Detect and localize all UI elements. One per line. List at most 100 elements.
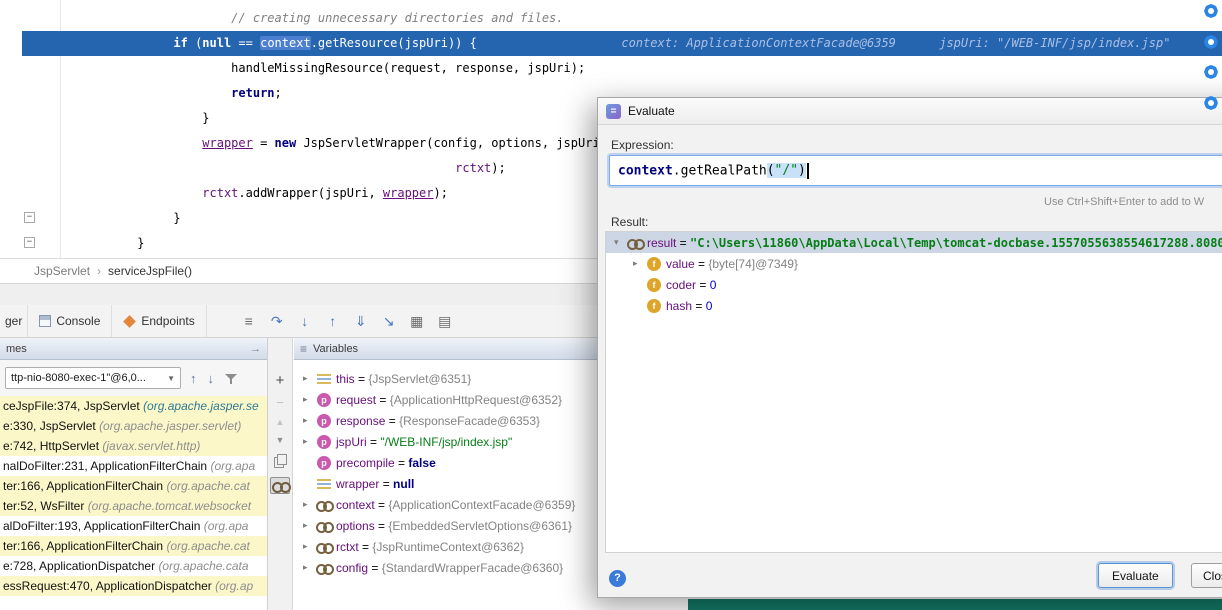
fold-marker-icon[interactable] <box>24 237 35 248</box>
expand-chevron-icon[interactable]: ▸ <box>303 436 317 447</box>
add-watch-icon[interactable]: + <box>276 374 285 388</box>
expression-token: .getRealPath <box>673 163 767 178</box>
expression-field[interactable]: context.getRealPath("/") <box>609 155 1222 186</box>
step-over-icon[interactable]: ↷ <box>265 313 289 330</box>
code-token: } <box>173 211 180 225</box>
breadcrumb-class[interactable]: JspServlet <box>34 264 90 278</box>
code-token: JspServletWrapper(config, options, jspUr… <box>296 136 607 150</box>
result-name: hash <box>666 299 692 313</box>
taskbar-strip <box>688 599 1222 610</box>
ide-window: // creating unnecessary directories and … <box>0 0 1222 610</box>
variable-name: precompile <box>336 456 395 470</box>
expression-input[interactable]: context.getRealPath("/") <box>618 163 809 179</box>
result-value: {byte[74]@7349} <box>708 257 798 271</box>
expand-chevron-icon[interactable]: ▸ <box>303 562 317 573</box>
frame-location: ceJspFile:374, JspServlet <box>3 399 143 413</box>
code-token: handleMissingResource(request, response,… <box>231 61 585 75</box>
execution-line[interactable]: if (null == context.getResource(jspUri))… <box>65 31 1170 56</box>
fold-marker-icon[interactable] <box>24 212 35 223</box>
gear-icon[interactable] <box>1203 3 1219 19</box>
expand-chevron-icon[interactable]: ▸ <box>303 499 317 510</box>
previous-frame-icon[interactable]: ↑ <box>190 371 197 386</box>
frame-row[interactable]: nalDoFilter:231, ApplicationFilterChain … <box>0 456 267 476</box>
thread-selector-row: ttp-nio-8080-exec-1"@6,0... ▼ ↑↓ <box>0 360 267 396</box>
local-icon <box>317 477 331 491</box>
overlay-gears <box>1203 0 1222 130</box>
close-button[interactable]: Close <box>1191 563 1222 588</box>
gear-icon[interactable] <box>1203 64 1219 80</box>
result-row[interactable]: ▾result = "C:\Users\11860\AppData\Local\… <box>606 232 1222 253</box>
frame-package: (javax.servlet.http) <box>102 439 200 453</box>
variable-value: false <box>408 456 435 470</box>
frame-row[interactable]: essRequest:470, ApplicationDispatcher (o… <box>0 576 267 596</box>
code-token: new <box>275 136 297 150</box>
result-row[interactable]: fhash = 0 <box>606 295 1222 316</box>
expand-chevron-icon[interactable]: ▾ <box>614 237 628 248</box>
tab-label: Endpoints <box>141 314 194 328</box>
restore-layout-icon[interactable]: → <box>250 343 261 355</box>
tab-ger[interactable]: ger <box>0 305 28 337</box>
expand-chevron-icon[interactable]: ▸ <box>303 373 317 384</box>
duplicate-icon[interactable] <box>274 454 287 468</box>
frame-row[interactable]: ter:166, ApplicationFilterChain (org.apa… <box>0 536 267 556</box>
expand-chevron-icon[interactable]: ▸ <box>633 258 647 269</box>
panel-menu-icon[interactable]: ≡ <box>300 342 307 356</box>
expand-chevron-icon[interactable]: ▸ <box>303 394 317 405</box>
frame-row[interactable]: e:742, HttpServlet (javax.servlet.http) <box>0 436 267 456</box>
move-down-icon[interactable]: ▼ <box>276 436 285 445</box>
threads-view-icon[interactable]: ≡ <box>237 313 261 329</box>
indent <box>65 211 173 225</box>
frame-row[interactable]: e:330, JspServlet (org.apache.jasper.ser… <box>0 416 267 436</box>
frame-row[interactable]: ceJspFile:374, JspServlet (org.apache.ja… <box>0 396 267 416</box>
frame-package: (org.ap <box>215 579 253 593</box>
result-row[interactable]: ▸fvalue = {byte[74]@7349} <box>606 253 1222 274</box>
tab-console[interactable]: Console <box>28 305 112 337</box>
code-line[interactable]: handleMissingResource(request, response,… <box>65 56 1170 81</box>
indent <box>65 111 202 125</box>
variable-name: config <box>336 561 368 575</box>
filter-frames-icon[interactable] <box>225 372 238 385</box>
frame-row[interactable]: ter:52, WsFilter (org.apache.tomcat.webs… <box>0 496 267 516</box>
code-line[interactable]: // creating unnecessary directories and … <box>65 6 1170 31</box>
tab-endpoints[interactable]: Endpoints <box>112 305 206 337</box>
view-options-icon[interactable]: ▤ <box>433 313 457 330</box>
run-to-cursor-icon[interactable]: ↘ <box>377 313 401 330</box>
frame-row[interactable]: ter:166, ApplicationFilterChain (org.apa… <box>0 476 267 496</box>
indent <box>65 61 231 75</box>
step-out-icon[interactable]: ↑ <box>321 313 345 329</box>
evaluate-button[interactable]: Evaluate <box>1098 563 1173 588</box>
watch-icon <box>317 519 331 533</box>
step-into-icon[interactable]: ↓ <box>293 313 317 329</box>
frame-package: (org.apache.jasper.se <box>143 399 259 413</box>
thread-selector[interactable]: ttp-nio-8080-exec-1"@6,0... ▼ <box>5 367 181 389</box>
field-icon: f <box>647 257 661 271</box>
move-up-icon[interactable]: ▲ <box>276 418 285 427</box>
expression-token: "/" <box>775 163 798 178</box>
frame-nav-icons: ↑↓ <box>190 371 238 386</box>
next-frame-icon[interactable]: ↓ <box>208 371 215 386</box>
code-token: = <box>253 136 275 150</box>
frame-package: (org.apache.cat <box>166 479 249 493</box>
layout-grid-icon[interactable]: ▦ <box>405 313 429 330</box>
gear-icon[interactable] <box>1203 95 1219 111</box>
expand-chevron-icon[interactable]: ▸ <box>303 541 317 552</box>
show-watches-icon[interactable] <box>270 477 290 494</box>
force-step-into-icon[interactable]: ⇓ <box>349 313 373 330</box>
code-token: ); <box>491 161 505 175</box>
code-token: wrapper <box>202 136 253 150</box>
dialog-titlebar[interactable]: = Evaluate <box>598 98 1222 125</box>
expand-chevron-icon[interactable]: ▸ <box>303 520 317 531</box>
help-icon[interactable]: ? <box>609 570 626 587</box>
gear-icon[interactable] <box>1203 34 1219 50</box>
remove-watch-icon[interactable]: − <box>276 397 284 409</box>
expand-chevron-icon[interactable]: ▸ <box>303 415 317 426</box>
breadcrumb-method[interactable]: serviceJspFile() <box>108 264 192 278</box>
result-row[interactable]: fcoder = 0 <box>606 274 1222 295</box>
expression-token: context <box>618 163 673 178</box>
frame-row[interactable]: e:728, ApplicationDispatcher (org.apache… <box>0 556 267 576</box>
frame-row[interactable]: alDoFilter:193, ApplicationFilterChain (… <box>0 516 267 536</box>
param-icon: p <box>317 393 331 407</box>
code-token: rctxt <box>455 161 491 175</box>
frame-location: ter:166, ApplicationFilterChain <box>3 539 166 553</box>
watch-icon <box>317 498 331 512</box>
